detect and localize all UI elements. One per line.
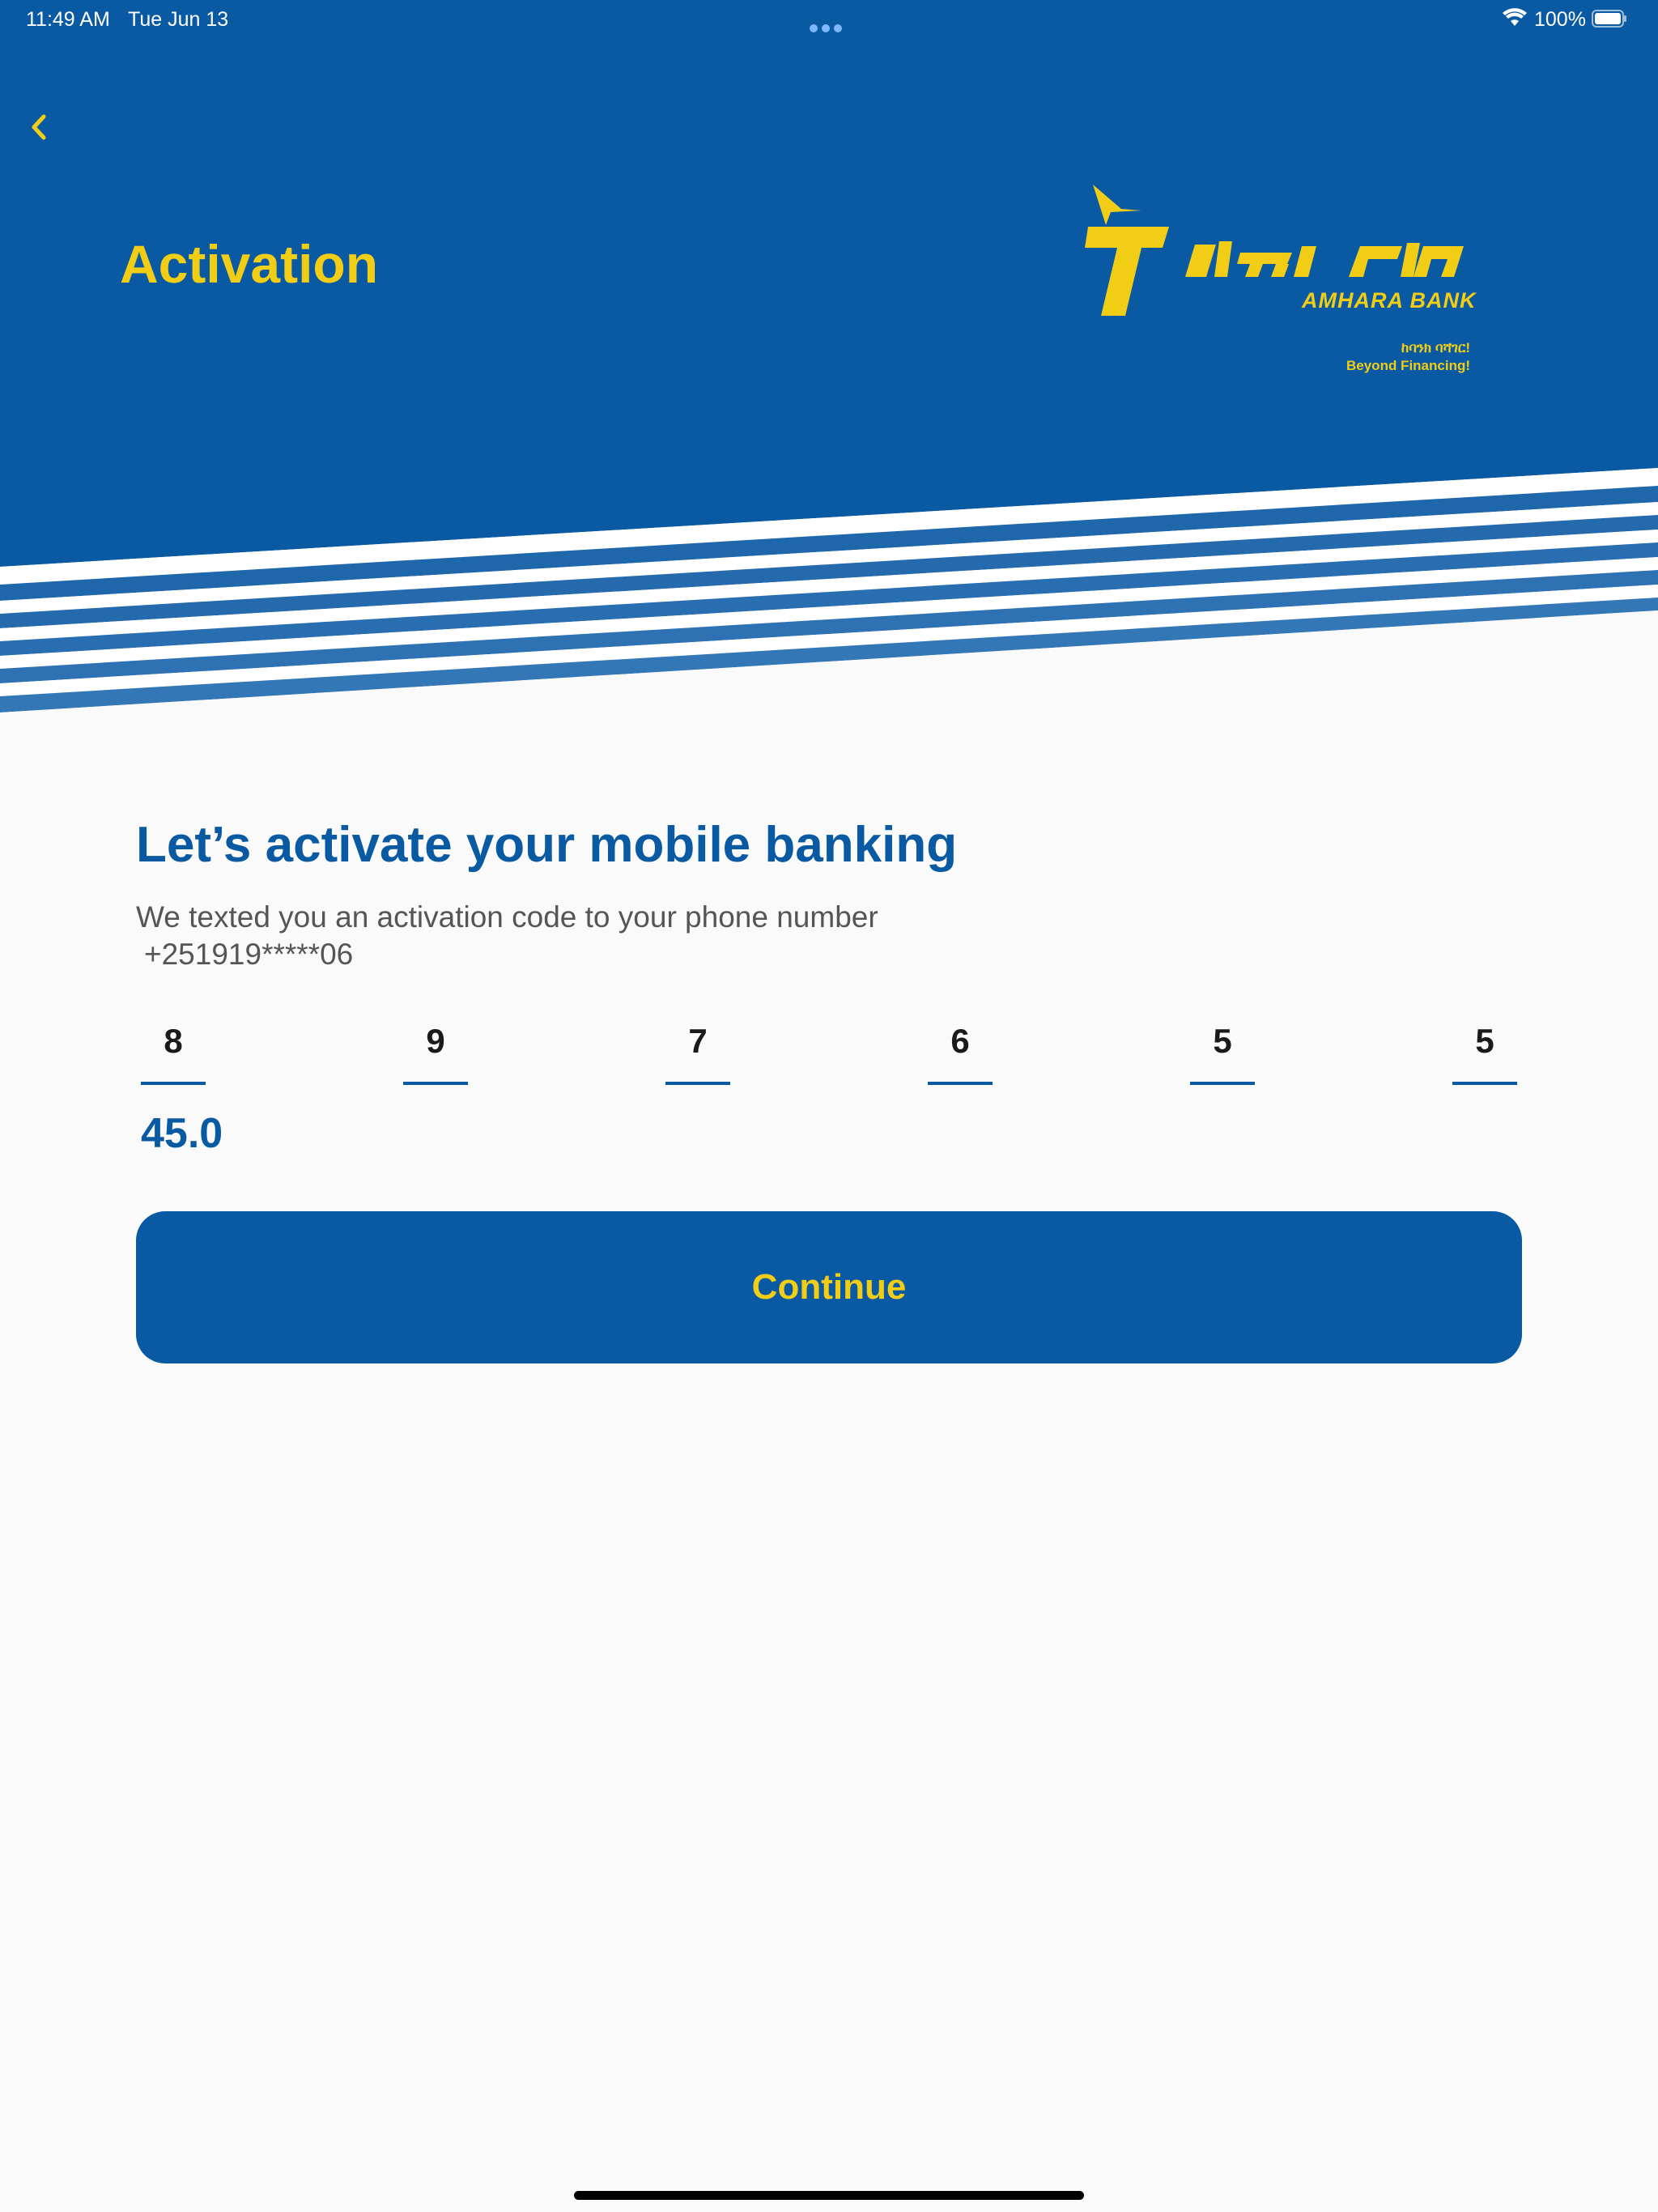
logo-tagline-amharic: ከባንክ ባሻገር! — [1401, 340, 1470, 355]
code-digit-underline — [141, 1082, 206, 1085]
code-digit-underline — [1190, 1082, 1255, 1085]
activation-code-input[interactable]: 8 9 7 6 5 5 — [136, 1017, 1522, 1085]
home-indicator[interactable] — [574, 2191, 1084, 2200]
masked-phone-number: +251919*****06 — [144, 938, 354, 971]
battery-icon — [1592, 10, 1626, 28]
wifi-icon — [1503, 8, 1527, 26]
logo-wordmark: AMHARA BANK — [1302, 288, 1477, 313]
resend-countdown-timer: 45.0 — [141, 1110, 223, 1157]
code-digit-value: 8 — [164, 1022, 183, 1060]
activation-instructions: We texted you an activation code to your… — [136, 899, 1107, 973]
page-title: Activation — [120, 234, 379, 294]
code-digit-5[interactable]: 5 — [1190, 1017, 1255, 1085]
code-digit-underline — [665, 1082, 730, 1085]
code-digit-underline — [928, 1082, 993, 1085]
code-digit-value: 7 — [688, 1022, 708, 1060]
code-digit-value: 6 — [950, 1022, 970, 1060]
code-digit-value: 5 — [1213, 1022, 1232, 1060]
status-time: 11:49 AM — [26, 8, 110, 31]
logo-tagline-english: Beyond Financing! — [1346, 358, 1470, 373]
battery-percentage: 100% — [1534, 8, 1586, 31]
chevron-left-icon[interactable] — [23, 107, 58, 147]
status-bar: 11:49 AM Tue Jun 13 100% — [0, 0, 1658, 39]
more-dots-icon[interactable] — [810, 15, 848, 32]
code-digit-value: 9 — [426, 1022, 445, 1060]
code-digit-underline — [1452, 1082, 1517, 1085]
instruction-text: We texted you an activation code to your… — [136, 900, 878, 934]
code-digit-3[interactable]: 7 — [665, 1017, 730, 1085]
code-digit-1[interactable]: 8 — [141, 1017, 206, 1085]
status-date: Tue Jun 13 — [128, 8, 229, 31]
activation-heading: Let’s activate your mobile banking — [136, 817, 958, 873]
code-digit-2[interactable]: 9 — [403, 1017, 468, 1085]
code-digit-6[interactable]: 5 — [1452, 1017, 1517, 1085]
continue-button[interactable]: Continue — [136, 1211, 1522, 1363]
code-digit-value: 5 — [1475, 1022, 1494, 1060]
code-digit-underline — [403, 1082, 468, 1085]
code-digit-4[interactable]: 6 — [928, 1017, 993, 1085]
